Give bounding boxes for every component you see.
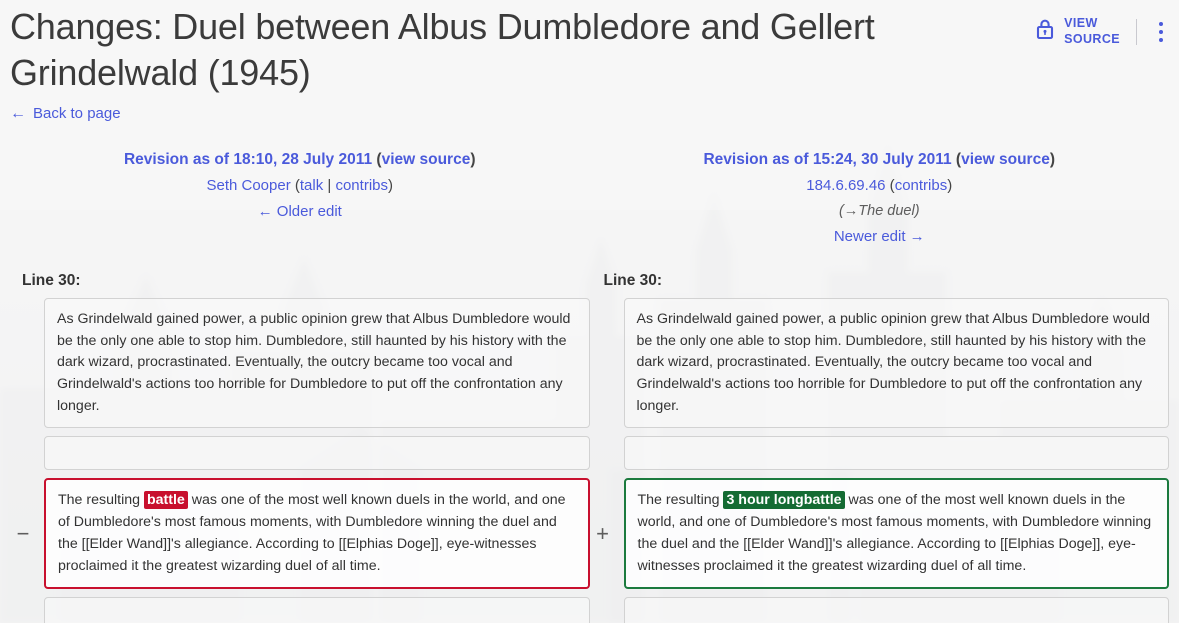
diff-page: Changes: Duel between Albus Dumbledore a… [0,0,1179,623]
revision-left-contribs-link[interactable]: contribs [335,177,388,194]
page-title: Changes: Duel between Albus Dumbledore a… [10,6,875,94]
revision-right-nav: Newer edit → [590,224,1170,250]
kebab-dot [1159,29,1163,34]
view-source-label-line1: VIEW [1064,16,1098,30]
revision-headers: Revision as of 18:10, 28 July 2011 (view… [10,147,1169,250]
revision-right-comment: (→The duel) [838,203,920,220]
diff-half-left [10,436,590,471]
diff-half-right: + The resulting 3 hour longbattle was on… [590,478,1169,590]
diff-cell-right [623,597,1169,623]
older-edit-link[interactable]: ← Older edit [258,203,342,220]
diff-half-left [10,597,590,623]
revision-left-timestamp-link[interactable]: Revision as of 18:10, 28 July 2011 [124,151,372,168]
diff-cell-right [623,436,1169,471]
revision-left-nav: ← Older edit [10,199,590,225]
kebab-dot [1159,37,1163,42]
deleted-text-prefix: The resulting [58,492,144,509]
revision-left-title-line: Revision as of 18:10, 28 July 2011 (view… [123,150,476,168]
revision-right-view-source-link[interactable]: view source [961,151,1050,168]
newer-edit-link[interactable]: Newer edit → [834,228,925,245]
header-divider [1136,18,1137,45]
diff-row [10,597,1169,623]
diff-row [10,436,1169,471]
diff-half-right: As Grindelwald gained power, a public op… [590,297,1169,429]
revision-left-user-link[interactable]: Seth Cooper [206,177,290,194]
revision-left-view-source-link[interactable]: view source [382,151,471,168]
back-to-page-label: Back to page [33,105,121,123]
diff-half-left: As Grindelwald gained power, a public op… [10,297,590,429]
diff-cell-added: The resulting 3 hour longbattle was one … [623,478,1169,590]
revision-column-left: Revision as of 18:10, 28 July 2011 (view… [10,147,590,250]
revision-left-user-line: Seth Cooper (talk | contribs) [206,177,393,195]
header-actions: VIEW SOURCE [1035,4,1169,47]
lock-icon [1035,18,1055,45]
diff-line-header-right: Line 30: [603,271,663,289]
back-to-page-link[interactable]: ← Back to page [10,105,121,122]
diff-table: Line 30: Line 30: As Grindelwald gained … [10,272,1169,623]
diff-cell-deleted: The resulting battle was one of the most… [44,478,590,590]
diff-row-changed: − The resulting battle was one of the mo… [10,478,1169,590]
view-source-label: VIEW SOURCE [1064,16,1120,47]
diff-cell-left: As Grindelwald gained power, a public op… [44,297,590,429]
kebab-dot [1159,21,1163,26]
added-text-prefix: The resulting [637,492,724,509]
diff-marker-deleted: − [16,520,30,546]
diff-line-header-left: Line 30: [22,271,81,289]
revision-left-talk-link[interactable]: talk [300,177,323,194]
added-highlight: 3 hour longbattle [723,491,845,510]
deleted-highlight: battle [143,491,188,510]
revision-right-title-line: Revision as of 15:24, 30 July 2011 (view… [703,150,1056,168]
diff-row: As Grindelwald gained power, a public op… [10,297,1169,429]
page-header: Changes: Duel between Albus Dumbledore a… [10,0,1169,123]
title-block: Changes: Duel between Albus Dumbledore a… [10,4,920,123]
diff-cell-left [44,436,590,471]
revision-right-timestamp-link[interactable]: Revision as of 15:24, 30 July 2011 [703,151,951,168]
revision-right-user-link[interactable]: 184.6.69.46 [806,177,885,194]
diff-cell-left [44,597,590,623]
more-options-icon[interactable] [1153,18,1169,46]
revision-column-right: Revision as of 15:24, 30 July 2011 (view… [590,147,1170,250]
diff-cell-right: As Grindelwald gained power, a public op… [623,297,1169,429]
diff-half-right [590,597,1169,623]
diff-line-headers: Line 30: Line 30: [10,272,1169,290]
view-source-label-line2: SOURCE [1064,31,1120,46]
view-source-button[interactable]: VIEW SOURCE [1035,16,1136,47]
diff-half-left: − The resulting battle was one of the mo… [10,478,590,590]
back-arrow-icon: ← [10,104,26,122]
diff-half-right [590,436,1169,471]
revision-right-contribs-link[interactable]: contribs [895,177,948,194]
revision-right-user-line: 184.6.69.46 (contribs) [806,177,953,195]
diff-marker-added: + [596,520,609,546]
